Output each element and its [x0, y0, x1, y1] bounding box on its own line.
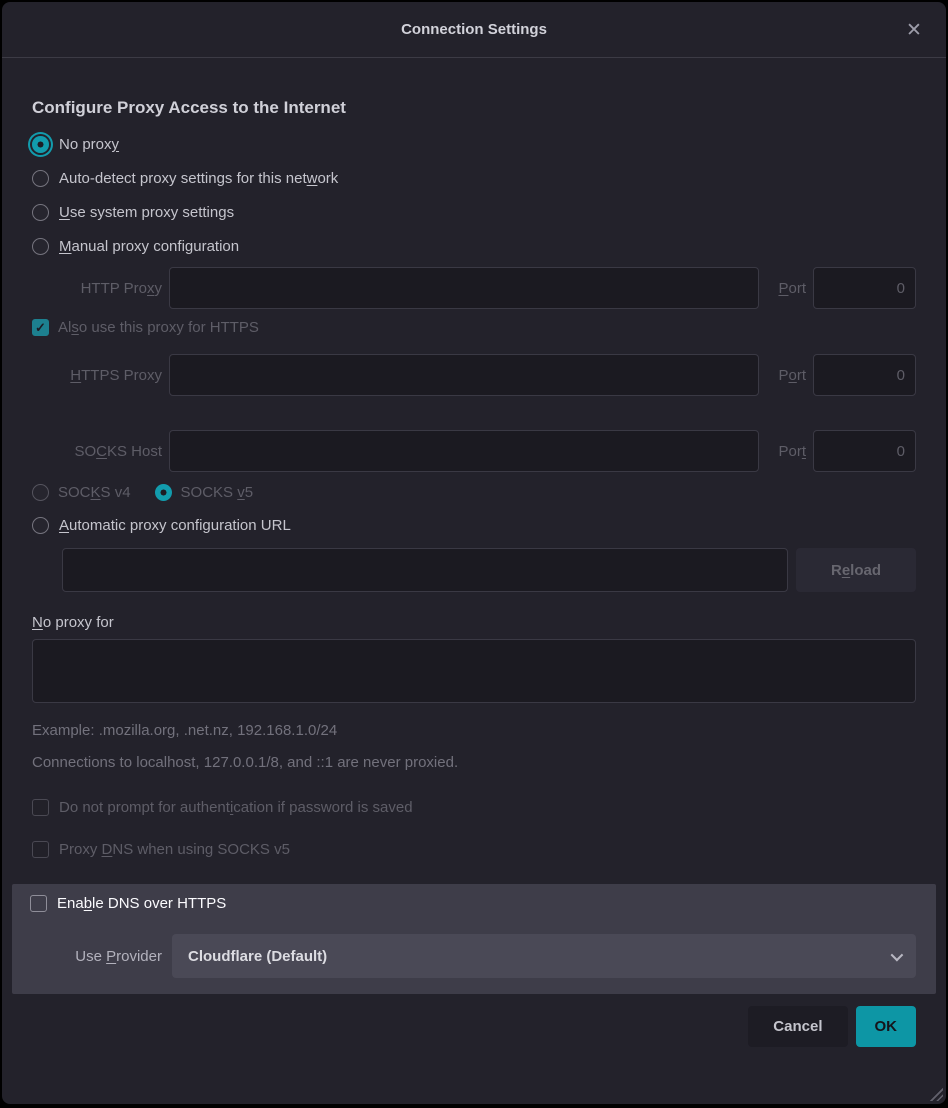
socks-version-group: SOCKS v4 SOCKS v5 — [32, 484, 916, 501]
radio-label: No proxy — [59, 136, 119, 153]
localhost-note-text: Connections to localhost, 127.0.0.1/8, a… — [32, 754, 916, 771]
radio-icon — [32, 517, 49, 534]
chevron-down-icon — [891, 948, 904, 961]
radio-socks-v5[interactable]: SOCKS v5 — [155, 484, 254, 501]
doh-provider-row: Use Provider Cloudflare (Default) — [30, 934, 916, 978]
radio-selected-icon — [155, 484, 172, 501]
radio-label: SOCKS v5 — [181, 484, 254, 501]
radio-manual-proxy[interactable]: Manual proxy configuration — [32, 238, 916, 255]
no-proxy-example-text: Example: .mozilla.org, .net.nz, 192.168.… — [32, 722, 916, 739]
socks-host-input[interactable] — [169, 430, 759, 472]
radio-system-proxy[interactable]: Use system proxy settings — [32, 204, 916, 221]
provider-dropdown[interactable]: Cloudflare (Default) — [172, 934, 916, 978]
checkbox-icon — [32, 799, 49, 816]
radio-selected-icon — [32, 136, 49, 153]
no-proxy-for-label: No proxy for — [32, 614, 916, 631]
connection-settings-dialog: Connection Settings ✕ Configure Proxy Ac… — [2, 2, 946, 1104]
checkbox-label: Also use this proxy for HTTPS — [58, 319, 259, 336]
radio-auto-detect[interactable]: Auto-detect proxy settings for this netw… — [32, 170, 916, 187]
checkbox-icon — [32, 841, 49, 858]
proxy-dns-checkbox-row[interactable]: Proxy DNS when using SOCKS v5 — [32, 841, 916, 858]
cancel-button[interactable]: Cancel — [748, 1006, 847, 1047]
radio-label: Manual proxy configuration — [59, 238, 239, 255]
http-proxy-input[interactable] — [169, 267, 759, 309]
dialog-footer: Cancel OK — [2, 994, 946, 1047]
socks-port-label: Port — [766, 443, 806, 460]
checkbox-label: Do not prompt for authentication if pass… — [59, 799, 413, 816]
socks-host-label: SOCKS Host — [32, 443, 162, 460]
ok-button[interactable]: OK — [856, 1006, 917, 1047]
checkbox-label: Proxy DNS when using SOCKS v5 — [59, 841, 290, 858]
checkbox-label: Enable DNS over HTTPS — [57, 895, 226, 912]
http-proxy-label: HTTP Proxy — [32, 280, 162, 297]
page-title: Configure Proxy Access to the Internet — [32, 98, 916, 118]
socks-host-row: SOCKS Host Port — [32, 430, 916, 472]
enable-doh-checkbox-row[interactable]: Enable DNS over HTTPS — [30, 895, 916, 912]
https-port-label: Port — [766, 367, 806, 384]
radio-icon — [32, 238, 49, 255]
radio-label: Automatic proxy configuration URL — [59, 517, 291, 534]
no-auth-prompt-checkbox-row[interactable]: Do not prompt for authentication if pass… — [32, 799, 916, 816]
http-port-input[interactable] — [813, 267, 916, 309]
http-proxy-row: HTTP Proxy Port — [32, 267, 916, 309]
http-port-label: Port — [766, 280, 806, 297]
dialog-title: Connection Settings — [401, 21, 547, 38]
resize-grip-icon[interactable] — [928, 1086, 943, 1101]
checkbox-checked-icon: ✓ — [32, 319, 49, 336]
close-icon[interactable]: ✕ — [900, 16, 928, 44]
dialog-content: Configure Proxy Access to the Internet N… — [2, 58, 946, 994]
https-proxy-row: HTTPS Proxy Port — [32, 354, 916, 396]
auto-config-url-row: Reload — [62, 548, 916, 592]
radio-label: Use system proxy settings — [59, 204, 234, 221]
radio-label: SOCKS v4 — [58, 484, 131, 501]
dialog-titlebar: Connection Settings ✕ — [2, 2, 946, 58]
use-provider-label: Use Provider — [30, 948, 162, 965]
no-proxy-for-textarea[interactable] — [32, 639, 916, 703]
radio-icon — [32, 484, 49, 501]
radio-icon — [32, 204, 49, 221]
https-proxy-input[interactable] — [169, 354, 759, 396]
https-port-input[interactable] — [813, 354, 916, 396]
radio-auto-config-url[interactable]: Automatic proxy configuration URL — [32, 517, 916, 534]
radio-socks-v4[interactable]: SOCKS v4 — [32, 484, 131, 501]
auto-config-url-input[interactable] — [62, 548, 788, 592]
dns-over-https-section: Enable DNS over HTTPS Use Provider Cloud… — [12, 884, 936, 994]
checkbox-icon — [30, 895, 47, 912]
radio-icon — [32, 170, 49, 187]
reload-button[interactable]: Reload — [796, 548, 916, 592]
provider-dropdown-value: Cloudflare (Default) — [188, 948, 891, 965]
radio-no-proxy[interactable]: No proxy — [32, 136, 916, 153]
socks-port-input[interactable] — [813, 430, 916, 472]
radio-label: Auto-detect proxy settings for this netw… — [59, 170, 338, 187]
https-proxy-label: HTTPS Proxy — [32, 367, 162, 384]
also-https-checkbox-row[interactable]: ✓ Also use this proxy for HTTPS — [32, 319, 916, 336]
